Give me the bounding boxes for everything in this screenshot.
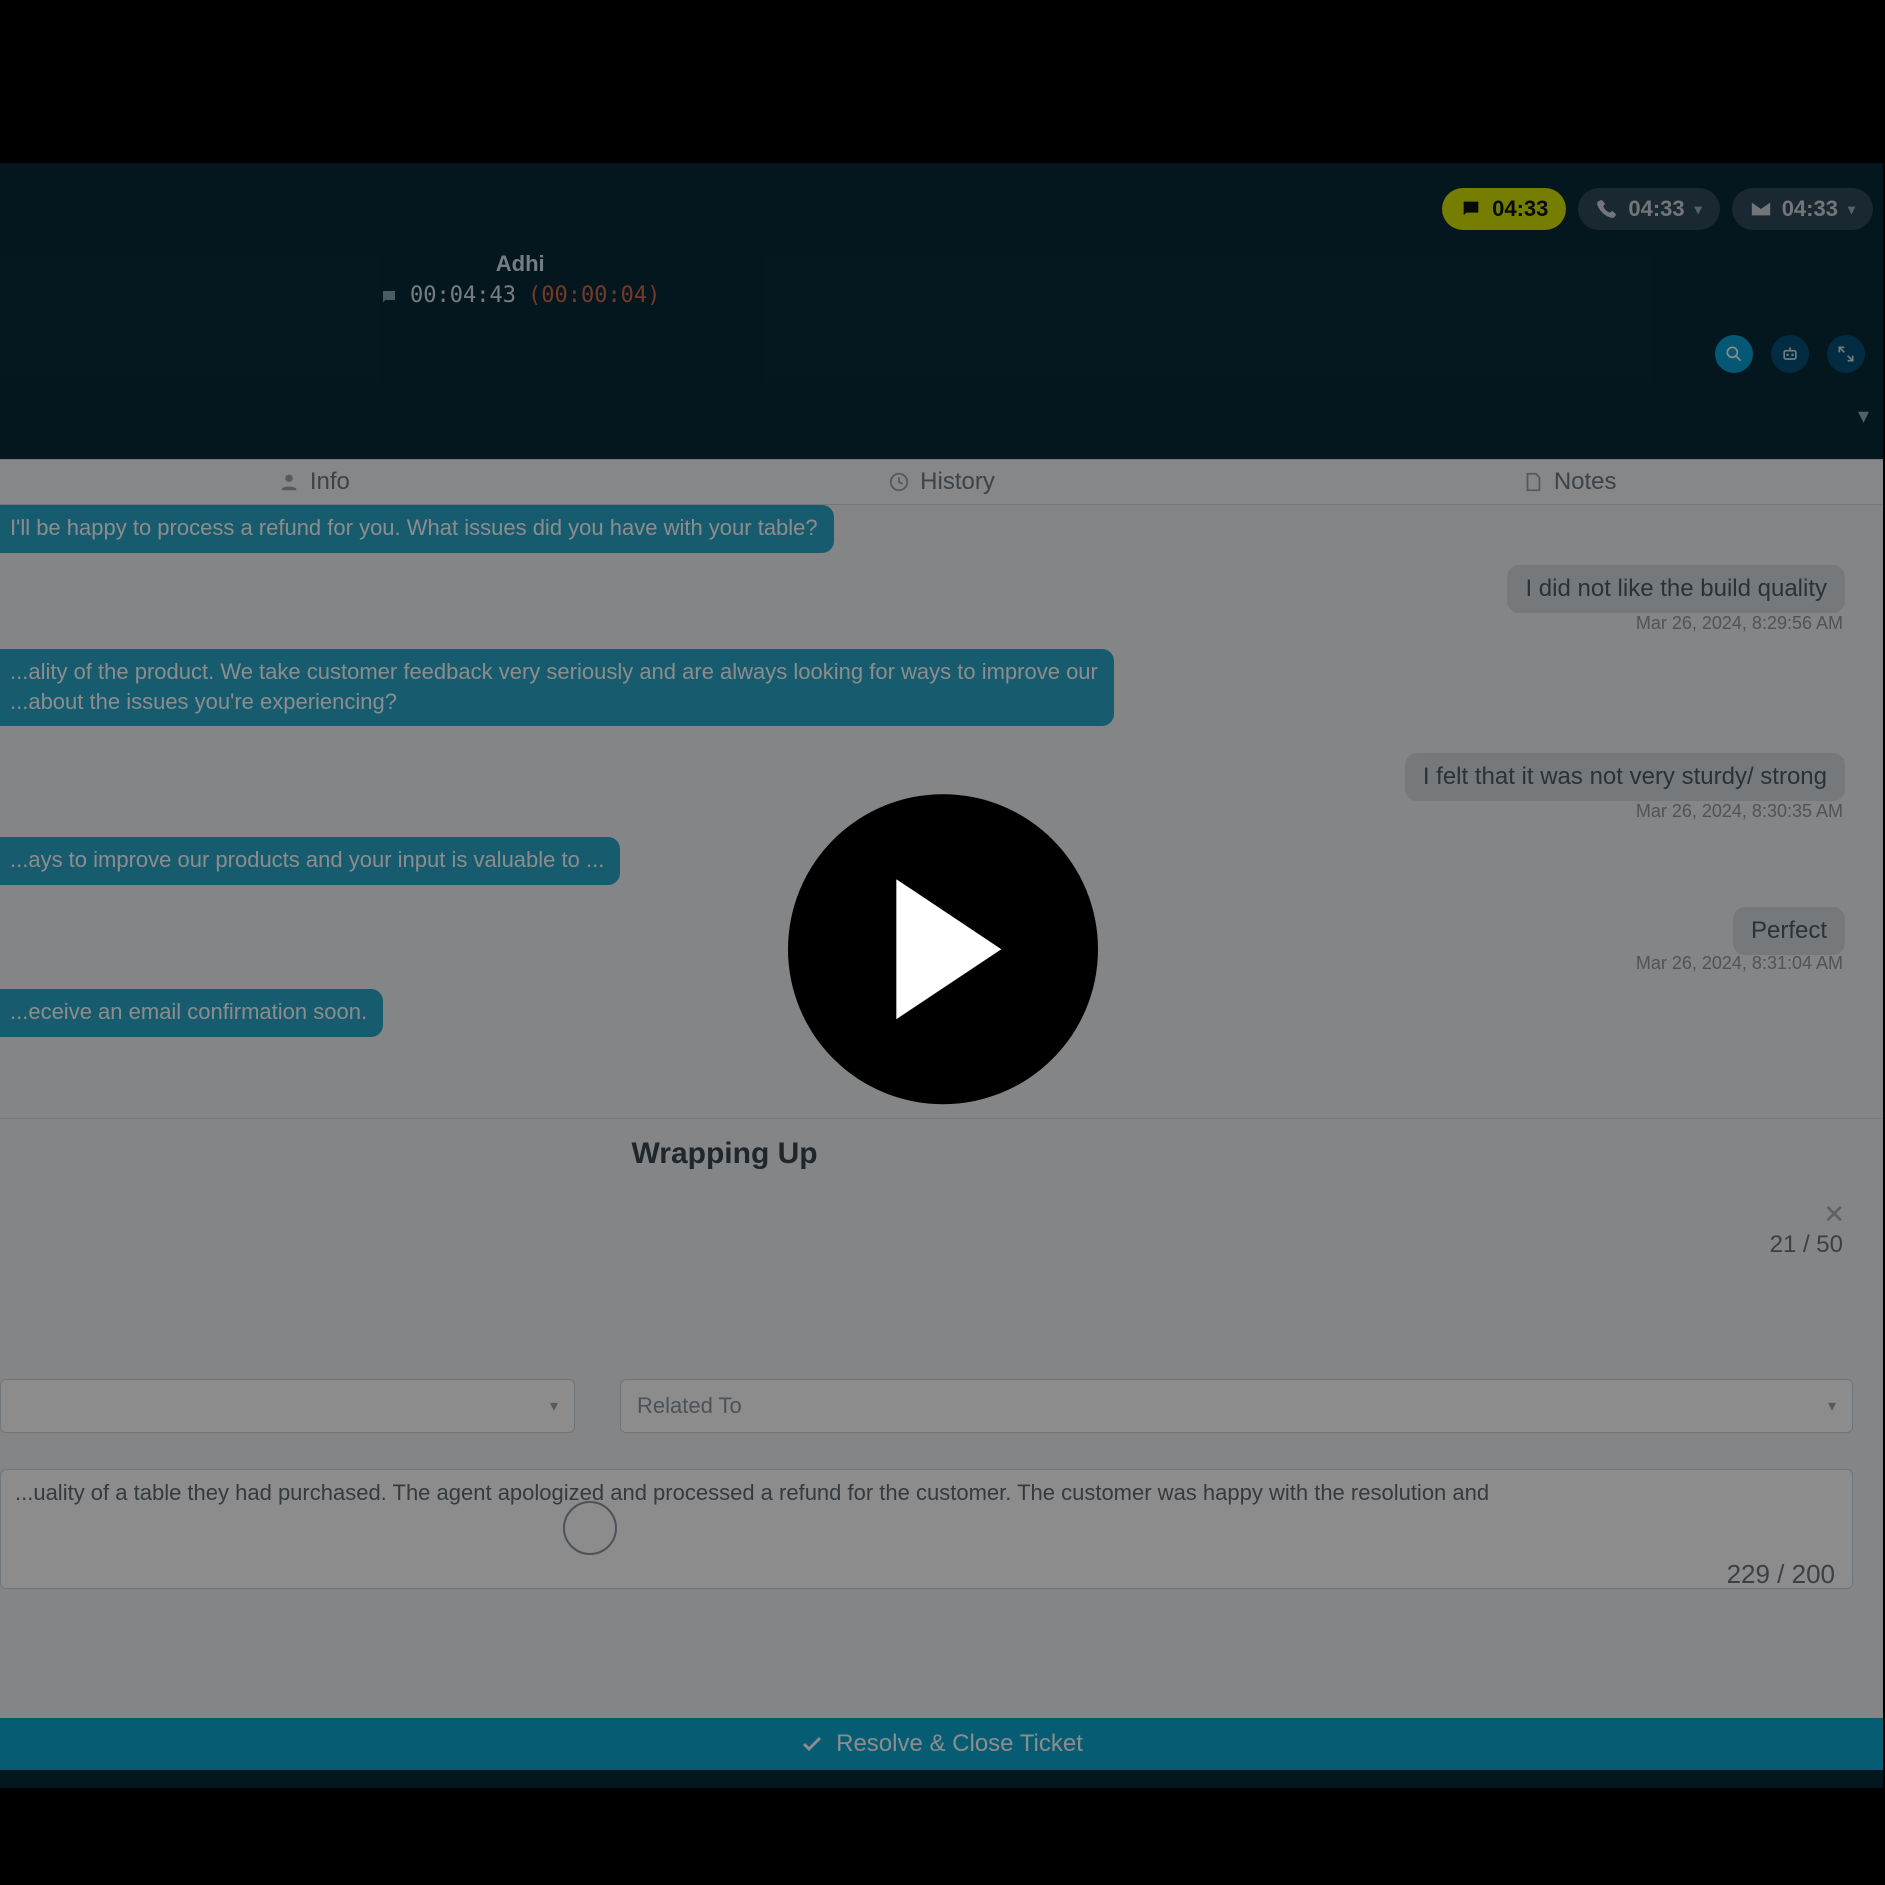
- wrapup-note-textarea[interactable]: ...uality of a table they had purchased.…: [0, 1469, 1853, 1589]
- email-icon: [1750, 198, 1772, 220]
- tab-label: Notes: [1554, 468, 1617, 496]
- related-to-dropdown[interactable]: Related To ▾: [620, 1379, 1853, 1433]
- play-button[interactable]: [788, 794, 1098, 1104]
- customer-message: I felt that it was not very sturdy/ stro…: [1405, 753, 1845, 801]
- chat-status-time: 04:33: [1492, 196, 1548, 222]
- email-status-time: 04:33: [1782, 196, 1838, 222]
- customer-message: Perfect: [1733, 907, 1845, 955]
- video-stage: 04:33 04:33 ▾ 04:33 ▾ Adhi: [0, 0, 1885, 1885]
- agent-message: ...eceive an email confirmation soon.: [0, 989, 383, 1037]
- resolve-label: Resolve & Close Ticket: [836, 1730, 1083, 1758]
- dropdown-placeholder: Related To: [637, 1393, 742, 1419]
- tab-notes[interactable]: Notes: [1255, 460, 1883, 504]
- phone-icon: [1596, 198, 1618, 220]
- conversation-tools: [1715, 335, 1865, 373]
- chevron-down-icon: ▾: [1828, 1396, 1836, 1416]
- tab-history[interactable]: History: [628, 460, 1256, 504]
- wrapup-panel: Wrapping Up ✕ 21 / 50 ▾ Related To ▾ ...…: [0, 1118, 1883, 1724]
- message-timestamp: Mar 26, 2024, 8:30:35 AM: [1636, 801, 1843, 822]
- notes-icon: [1522, 471, 1544, 493]
- search-conversation-button[interactable]: [1715, 335, 1753, 373]
- message-timestamp: Mar 26, 2024, 8:29:56 AM: [1636, 613, 1843, 634]
- tab-label: Info: [310, 468, 350, 496]
- contact-header: Adhi 00:04:43 (00:00:04): [380, 251, 660, 308]
- customer-message: I did not like the build quality: [1507, 565, 1845, 613]
- wrapup-title: Wrapping Up: [632, 1137, 818, 1171]
- bot-toggle-button[interactable]: [1771, 335, 1809, 373]
- collapse-chevron-icon[interactable]: ▾: [1858, 403, 1869, 429]
- phone-status-pill[interactable]: 04:33 ▾: [1578, 188, 1719, 230]
- expand-button[interactable]: [1827, 335, 1865, 373]
- tab-info[interactable]: Info: [0, 460, 628, 504]
- category-dropdown[interactable]: ▾: [0, 1379, 575, 1433]
- message-timestamp: Mar 26, 2024, 8:31:04 AM: [1636, 953, 1843, 974]
- detail-tabs: Info History Notes: [0, 459, 1883, 505]
- chat-status-pill[interactable]: 04:33: [1442, 188, 1566, 230]
- chat-icon: [380, 287, 398, 305]
- agent-message: ...ays to improve our products and your …: [0, 837, 620, 885]
- play-icon: [883, 879, 1003, 1019]
- chevron-down-icon: ▾: [550, 1396, 558, 1416]
- status-pill-row: 04:33 04:33 ▾ 04:33 ▾: [1442, 188, 1873, 230]
- agent-message: ...ality of the product. We take custome…: [0, 649, 1114, 726]
- resolve-close-button[interactable]: Resolve & Close Ticket: [0, 1718, 1883, 1770]
- chevron-down-icon: ▾: [1848, 201, 1855, 218]
- chevron-down-icon: ▾: [1695, 201, 1702, 218]
- agent-message: I'll be happy to process a refund for yo…: [0, 505, 834, 553]
- contact-timers: 00:04:43 (00:00:04): [380, 283, 660, 308]
- phone-status-time: 04:33: [1628, 196, 1684, 222]
- secondary-timer: (00:00:04): [528, 283, 660, 308]
- contact-name: Adhi: [380, 251, 660, 277]
- chat-icon: [1460, 198, 1482, 220]
- cursor-indicator-icon: [563, 1501, 617, 1555]
- wrapup-note-text: ...uality of a table they had purchased.…: [15, 1480, 1489, 1505]
- note-char-count: 229 / 200: [1727, 1559, 1835, 1590]
- tab-label: History: [920, 468, 995, 496]
- check-icon: [800, 1732, 824, 1756]
- subject-char-count: 21 / 50: [1770, 1231, 1843, 1259]
- clear-field-button[interactable]: ✕: [1823, 1199, 1845, 1230]
- email-status-pill[interactable]: 04:33 ▾: [1732, 188, 1873, 230]
- clock-icon: [888, 471, 910, 493]
- user-icon: [278, 471, 300, 493]
- elapsed-timer: 00:04:43: [410, 283, 516, 308]
